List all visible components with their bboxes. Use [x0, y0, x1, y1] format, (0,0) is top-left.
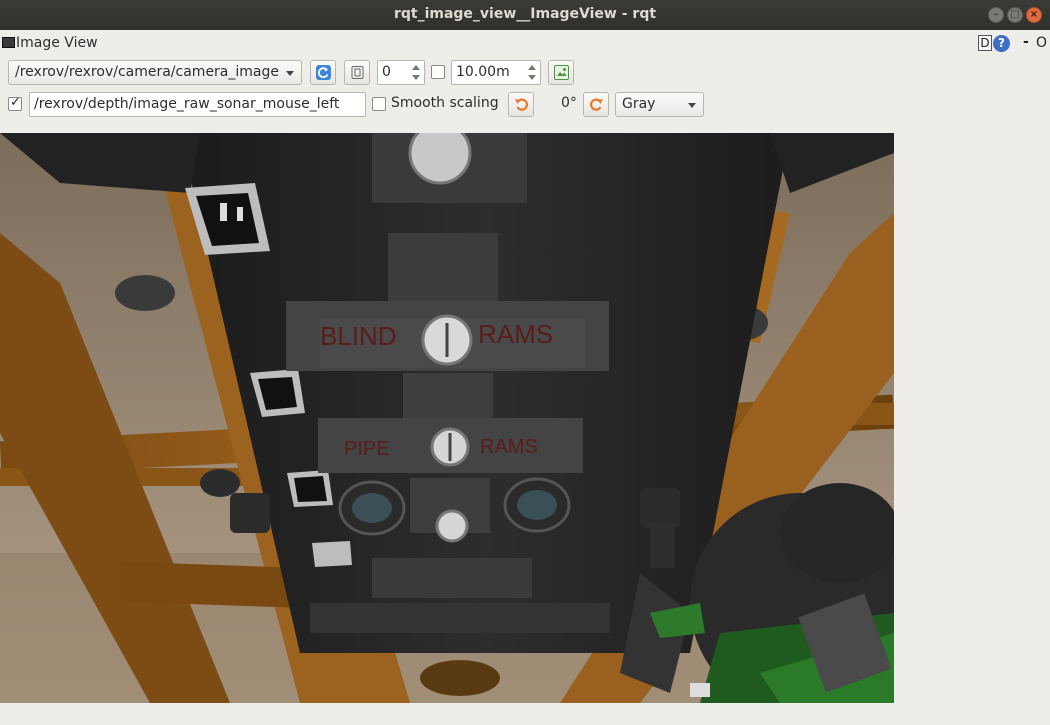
smooth-scaling-checkbox[interactable]	[372, 97, 386, 111]
camera-image-view[interactable]: BLIND RAMS PIPE RAMS	[0, 133, 894, 703]
zoom-original-icon	[351, 66, 364, 79]
minimize-button[interactable]: –	[988, 7, 1004, 23]
check-icon: ✓	[10, 95, 21, 110]
dock-title: Image View	[16, 35, 98, 51]
chevron-down-icon	[688, 103, 696, 108]
rotate-right-icon	[590, 98, 603, 111]
minimize-icon: –	[993, 9, 999, 20]
spin-up-icon[interactable]	[528, 65, 536, 70]
num-gridlines-value: 0	[382, 64, 391, 80]
zoom-1-button[interactable]	[344, 60, 370, 85]
refresh-topics-button[interactable]	[310, 60, 336, 85]
dock-float-button[interactable]: O	[1036, 35, 1047, 51]
image-view-icon	[2, 37, 15, 48]
camera-image: BLIND RAMS PIPE RAMS	[0, 133, 894, 703]
smooth-scaling-label: Smooth scaling	[391, 95, 499, 111]
panel-text-blind: BLIND	[320, 321, 397, 351]
color-scheme-value: Gray	[622, 96, 656, 112]
save-image-button[interactable]	[548, 60, 574, 85]
close-button[interactable]: ×	[1026, 7, 1042, 23]
dock-hide-button[interactable]: -	[1023, 34, 1029, 50]
spin-down-icon[interactable]	[528, 75, 536, 80]
spin-down-icon[interactable]	[412, 75, 420, 80]
num-gridlines-spinner[interactable]	[410, 60, 424, 85]
help-icon[interactable]: ?	[993, 35, 1010, 52]
rotate-left-button[interactable]	[508, 92, 534, 117]
maximize-button[interactable]: □	[1007, 7, 1023, 23]
color-scheme-combo[interactable]: Gray	[615, 92, 704, 117]
timeout-checkbox[interactable]	[431, 65, 445, 79]
panel-text-rams-top: RAMS	[478, 319, 553, 349]
mouse-topic-value: /rexrov/depth/image_raw_sonar_mouse_left	[34, 96, 340, 112]
dock-d-button[interactable]: D	[978, 35, 992, 51]
window-titlebar: rqt_image_view__ImageView - rqt – □ ×	[0, 0, 1050, 30]
spin-up-icon[interactable]	[412, 65, 420, 70]
rotate-left-icon	[515, 98, 528, 111]
dock-header: Image View D ? - O	[0, 34, 1050, 54]
chevron-down-icon	[286, 71, 294, 76]
timeout-spinner[interactable]	[526, 60, 540, 85]
topic-combo-value: /rexrov/rexrov/camera/camera_image	[15, 64, 279, 80]
maximize-icon: □	[1010, 9, 1020, 20]
panel-text-rams-bottom: RAMS	[480, 436, 538, 458]
close-icon: ×	[1029, 9, 1039, 20]
save-image-icon	[554, 65, 569, 80]
mouse-topic-input[interactable]: /rexrov/depth/image_raw_sonar_mouse_left	[29, 92, 366, 117]
refresh-icon	[316, 65, 331, 80]
mouse-publish-checkbox[interactable]: ✓	[8, 95, 22, 111]
panel-text-pipe: PIPE	[344, 438, 390, 460]
topic-combo[interactable]: /rexrov/rexrov/camera/camera_image	[8, 60, 302, 85]
timeout-value: 10.00m	[456, 64, 510, 80]
rotation-label: 0°	[561, 95, 577, 111]
window-title: rqt_image_view__ImageView - rqt	[393, 6, 657, 22]
rotate-right-button[interactable]	[583, 92, 609, 117]
